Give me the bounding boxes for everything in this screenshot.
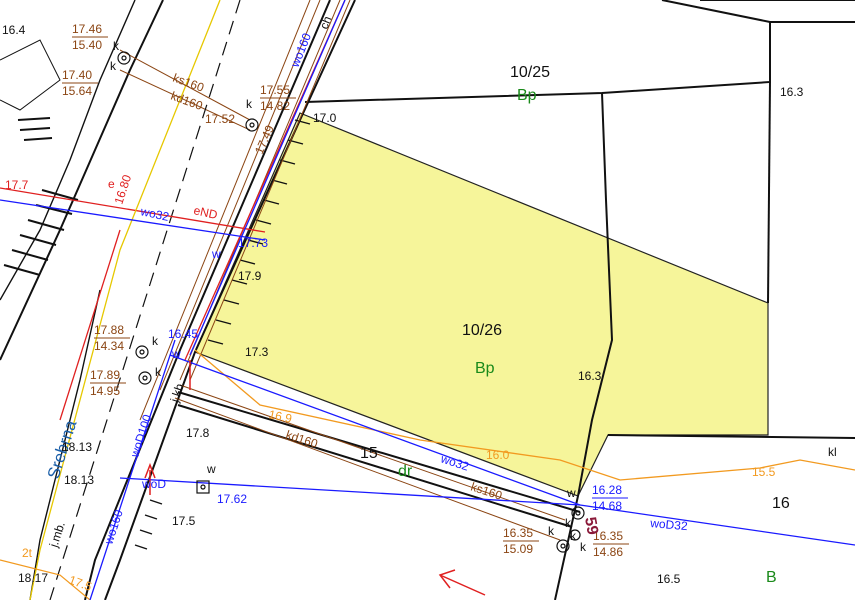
svg-text:14.82: 14.82 (260, 99, 290, 113)
utility-label: j.mb. (46, 520, 68, 550)
parcel-16-use: B (766, 569, 777, 586)
parcel-16-id: 16 (772, 495, 790, 512)
utility-label: k (110, 59, 117, 73)
utility-label: k (152, 334, 159, 348)
utility-label: k (565, 516, 572, 530)
utility-label: 2t (22, 546, 33, 560)
utility-label: k (155, 365, 162, 379)
elevation: 16.4 (2, 23, 26, 37)
elevation: 17.3 (245, 345, 269, 359)
parcel-15-id: 15 (360, 445, 378, 462)
elevation: 17.0 (313, 111, 337, 125)
heating-value: 15.5 (752, 465, 776, 479)
water-value: 17.73 (238, 236, 268, 250)
heating-value: 16.9 (267, 407, 293, 426)
level-pair: 17.55 14.82 (260, 83, 296, 113)
parcel-10-26-use: Bp (475, 360, 495, 377)
water-value: 17.62 (217, 492, 247, 506)
utility-label: k (113, 39, 120, 53)
elevation: 16.5 (657, 572, 681, 586)
parcel-10-25-id: 10/25 (510, 64, 550, 81)
utility-label: w (211, 247, 221, 261)
heating-value: 16.0 (486, 448, 510, 462)
parcel-10-26-highlight[interactable] (194, 112, 769, 497)
parcel-15-use: dr (398, 463, 413, 480)
utility-label: k (570, 529, 577, 543)
cadastral-map[interactable]: 10/25 Bp 10/26 Bp 15 dr 16 B Srebrna 16.… (0, 0, 855, 600)
elevation: 17.5 (172, 514, 196, 528)
utility-label: woD32 (649, 516, 689, 533)
elevation: 18.17 (18, 571, 48, 585)
level-pair: 17.88 14.34 (94, 323, 130, 353)
elevation: 17.52 (205, 112, 235, 126)
level-pair: 17.46 15.40 (72, 22, 108, 52)
elevation: 16.3 (780, 85, 804, 99)
level-pair: 17.89 14.95 (90, 368, 126, 398)
elevation: 17.8 (186, 426, 210, 440)
utility-label: kl (828, 445, 837, 459)
elevation: 17.49 (252, 123, 277, 156)
parcel-10-25-use: Bp (517, 87, 537, 104)
elevation: 18.13 (62, 440, 92, 454)
svg-text:17.46: 17.46 (72, 22, 102, 36)
utility-label: wo160 (287, 31, 314, 70)
elevation: 17.7 (5, 178, 29, 192)
utility-label: eND (192, 203, 219, 222)
utility-label: woD100 (127, 412, 154, 459)
electric-value: 16.80 (112, 173, 135, 206)
svg-text:15.64: 15.64 (62, 84, 92, 98)
utility-label: j.kb. (167, 379, 187, 405)
elevation: 16.3 (578, 369, 602, 383)
parcel-10-26-id: 10/26 (462, 322, 502, 339)
utility-label: k (548, 524, 555, 538)
stairs-hatch (3, 117, 79, 276)
utility-label: w (171, 347, 181, 361)
heating-value: 17.5 (67, 573, 94, 594)
utility-label: k (246, 97, 253, 111)
level-pair: 17.40 15.64 (62, 68, 98, 98)
utility-label: k (580, 540, 587, 554)
utility-label: woD (141, 477, 166, 491)
svg-text:14.95: 14.95 (90, 384, 120, 398)
svg-text:17.40: 17.40 (62, 68, 92, 82)
water-value: 16.45 (168, 327, 198, 341)
svg-text:15.09: 15.09 (503, 542, 533, 556)
utility-label: e (108, 177, 115, 191)
svg-text:17.55: 17.55 (260, 83, 290, 97)
utility-label: kd160 (284, 428, 320, 452)
svg-text:14.34: 14.34 (94, 339, 124, 353)
svg-text:15.40: 15.40 (72, 38, 102, 52)
elevation: 17.9 (238, 269, 262, 283)
svg-text:17.89: 17.89 (90, 368, 120, 382)
svg-text:16.28: 16.28 (592, 483, 622, 497)
svg-text:14.86: 14.86 (593, 545, 623, 559)
level-pair: 16.28 14.68 (592, 483, 628, 513)
utility-label: w (566, 486, 576, 500)
svg-text:16.35: 16.35 (503, 526, 533, 540)
elevation: 18.13 (64, 473, 94, 487)
utility-label: 59 (581, 516, 601, 537)
svg-text:14.68: 14.68 (592, 499, 622, 513)
utility-label: wo160 (101, 508, 126, 547)
svg-text:17.88: 17.88 (94, 323, 124, 337)
utility-label: w (206, 462, 216, 476)
